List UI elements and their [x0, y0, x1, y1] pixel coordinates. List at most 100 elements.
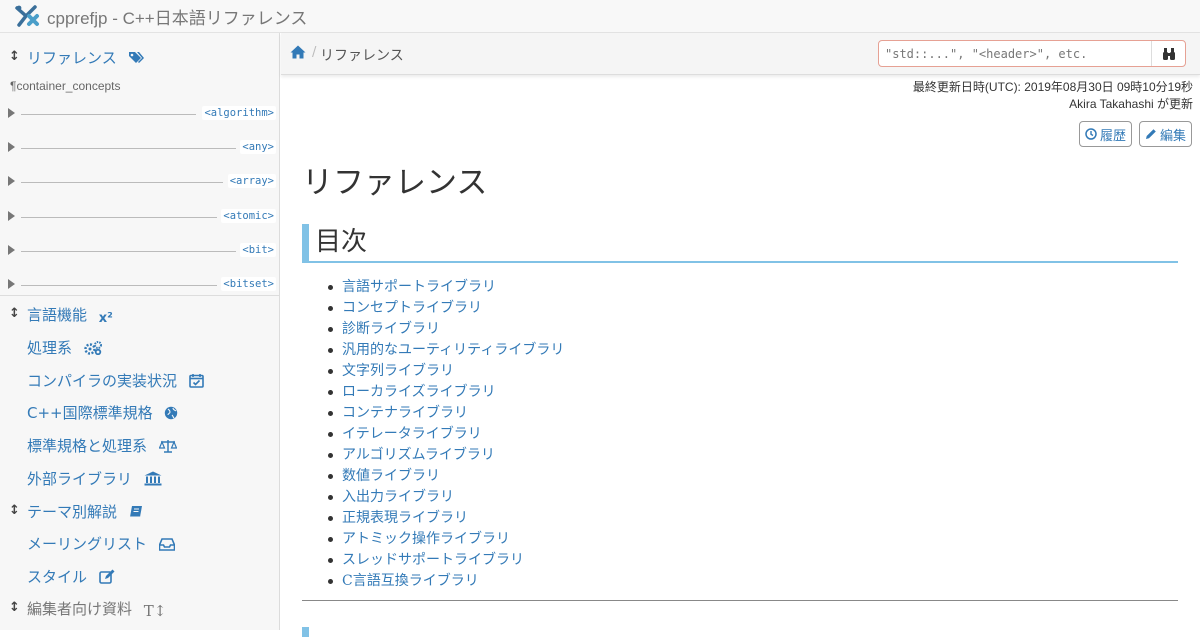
header-item[interactable]: <bit>: [0, 239, 279, 263]
site-title[interactable]: cpprefjp - C++日本語リファレンス: [47, 4, 307, 29]
section-divider: [302, 600, 1178, 601]
sidebar-item-label: 編集者向け資料: [27, 600, 133, 618]
expand-toggle-icon[interactable]: ↕: [9, 503, 20, 518]
sidebar-anchor-container-concepts[interactable]: ¶container_concepts: [10, 79, 121, 93]
toc-link[interactable]: 正規表現ライブラリ: [342, 510, 468, 526]
sidebar-item-label: C++国際標準規格: [27, 404, 153, 422]
inbox-icon: [158, 537, 176, 555]
sidebar-item-standard-and-impl-link[interactable]: 標準規格と処理系: [27, 435, 178, 457]
sidebar-item-topics[interactable]: ↕ テーマ別解説: [0, 499, 279, 523]
header-tag[interactable]: <any>: [240, 140, 276, 154]
sidebar-item-label: リファレンス: [27, 49, 117, 67]
sidebar-item-reference-link[interactable]: リファレンス: [27, 47, 145, 69]
sidebar-item-topics-link[interactable]: テーマ別解説: [27, 501, 143, 523]
header-tag[interactable]: <array>: [227, 174, 276, 188]
header-tag[interactable]: <atomic>: [221, 209, 276, 223]
sidebar-item-reference[interactable]: ↕ リファレンス: [0, 45, 279, 69]
header-divider: [21, 114, 196, 115]
expand-toggle-icon[interactable]: ↕: [9, 49, 20, 64]
expand-arrow-icon[interactable]: [8, 211, 15, 221]
list-item: イテレータライブラリ: [327, 424, 564, 445]
sidebar-item-language-link[interactable]: 言語機能 x²: [27, 304, 113, 326]
expand-arrow-icon[interactable]: [8, 176, 15, 186]
history-icon: [1085, 128, 1097, 140]
header-tag[interactable]: <bit>: [240, 243, 276, 257]
sidebar: ↕ リファレンス ¶container_concepts <algorithm>…: [0, 33, 280, 630]
list-item: 文字列ライブラリ: [327, 361, 564, 382]
list-item: C言語互換ライブラリ: [327, 571, 564, 592]
sidebar-item-label: 言語機能: [27, 306, 88, 324]
sidebar-item-editor-resources[interactable]: ↕ 編集者向け資料 T↕: [0, 596, 279, 621]
toc-link[interactable]: アルゴリズムライブラリ: [342, 447, 495, 463]
list-item: 数値ライブラリ: [327, 466, 564, 487]
header-tag[interactable]: <algorithm>: [202, 106, 276, 120]
sidebar-item-mailing-list[interactable]: メーリングリスト: [0, 531, 279, 555]
book-icon: [129, 505, 143, 523]
expand-toggle-icon[interactable]: ↕: [9, 306, 20, 321]
expand-arrow-icon[interactable]: [8, 108, 15, 118]
header-item[interactable]: <bitset>: [0, 273, 279, 297]
sidebar-item-implementations-link[interactable]: 処理系: [27, 337, 102, 359]
toc-link[interactable]: 数値ライブラリ: [342, 468, 440, 484]
home-link[interactable]: [290, 44, 306, 63]
sidebar-item-compiler-support-link[interactable]: コンパイラの実装状況: [27, 370, 204, 392]
page-title: リファレンス: [302, 165, 488, 201]
expand-arrow-icon[interactable]: [8, 279, 15, 289]
sidebar-item-language[interactable]: ↕ 言語機能 x²: [0, 302, 279, 327]
toc-link[interactable]: アトミック操作ライブラリ: [342, 531, 510, 547]
toc-link[interactable]: コンテナライブラリ: [342, 405, 468, 421]
main-content: 最終更新日時(UTC): 2019年08月30日 09時10分19秒 Akira…: [281, 75, 1200, 637]
list-item: アトミック操作ライブラリ: [327, 529, 564, 550]
toc-link[interactable]: 文字列ライブラリ: [342, 363, 454, 379]
edit-button[interactable]: 編集: [1139, 121, 1193, 147]
site-logo[interactable]: [13, 2, 41, 30]
sidebar-item-mailing-list-link[interactable]: メーリングリスト: [27, 533, 176, 555]
sidebar-item-standard-link[interactable]: C++国際標準規格: [27, 402, 178, 424]
toc-link[interactable]: ローカライズライブラリ: [342, 384, 496, 400]
binoculars-icon: [1162, 47, 1175, 60]
top-navbar: cpprefjp - C++日本語リファレンス: [0, 0, 1200, 33]
sidebar-item-label: 外部ライブラリ: [27, 470, 133, 488]
header-item[interactable]: <array>: [0, 170, 279, 194]
history-button[interactable]: 履歴: [1079, 121, 1133, 147]
toc-link[interactable]: 汎用的なユーティリティライブラリ: [342, 342, 564, 358]
expand-toggle-icon[interactable]: ↕: [9, 600, 20, 615]
expand-arrow-icon[interactable]: [8, 245, 15, 255]
gears-icon: [84, 341, 102, 359]
toc-link[interactable]: 入出力ライブラリ: [342, 489, 454, 505]
header-item[interactable]: <algorithm>: [0, 102, 279, 126]
header-item[interactable]: <atomic>: [0, 205, 279, 229]
sidebar-item-external-libraries[interactable]: 外部ライブラリ: [0, 466, 279, 490]
search-input[interactable]: [879, 41, 1151, 66]
home-icon: [290, 45, 306, 59]
toc-link[interactable]: 言語サポートライブラリ: [342, 279, 496, 295]
toc-link[interactable]: 診断ライブラリ: [342, 321, 440, 337]
balance-scale-icon: [158, 439, 178, 457]
list-item: コンテナライブラリ: [327, 403, 564, 424]
sidebar-item-external-libraries-link[interactable]: 外部ライブラリ: [27, 468, 162, 490]
sidebar-item-standard[interactable]: C++国際標準規格: [0, 400, 279, 424]
toc-heading-text: 目次: [315, 227, 368, 257]
calendar-check-icon: [188, 373, 204, 392]
sidebar-item-label: コンパイラの実装状況: [27, 372, 178, 390]
breadcrumb-current: リファレンス: [320, 48, 404, 64]
sidebar-item-style-link[interactable]: スタイル: [27, 566, 115, 588]
header-item[interactable]: <any>: [0, 136, 279, 160]
sidebar-item-style[interactable]: スタイル: [0, 564, 279, 588]
toc-link[interactable]: C言語互換ライブラリ: [342, 573, 479, 589]
sidebar-item-label: 標準規格と処理系: [27, 437, 148, 455]
header-tag[interactable]: <bitset>: [221, 277, 276, 291]
sidebar-item-implementations[interactable]: 処理系: [0, 335, 279, 359]
breadcrumb-separator: /: [312, 45, 317, 60]
sidebar-item-label: メーリングリスト: [27, 535, 148, 553]
expand-arrow-icon[interactable]: [8, 142, 15, 152]
toc-link[interactable]: スレッドサポートライブラリ: [342, 552, 524, 568]
sidebar-item-standard-and-impl[interactable]: 標準規格と処理系: [0, 433, 279, 457]
search-button[interactable]: [1151, 41, 1185, 66]
toc-link[interactable]: イテレータライブラリ: [342, 426, 482, 442]
edit-icon: [98, 569, 115, 588]
sidebar-item-editor-resources-link[interactable]: 編集者向け資料 T↕: [27, 598, 166, 620]
breadcrumb: / リファレンス: [281, 33, 1200, 75]
toc-link[interactable]: コンセプトライブラリ: [342, 300, 482, 316]
sidebar-item-compiler-support[interactable]: コンパイラの実装状況: [0, 368, 279, 392]
